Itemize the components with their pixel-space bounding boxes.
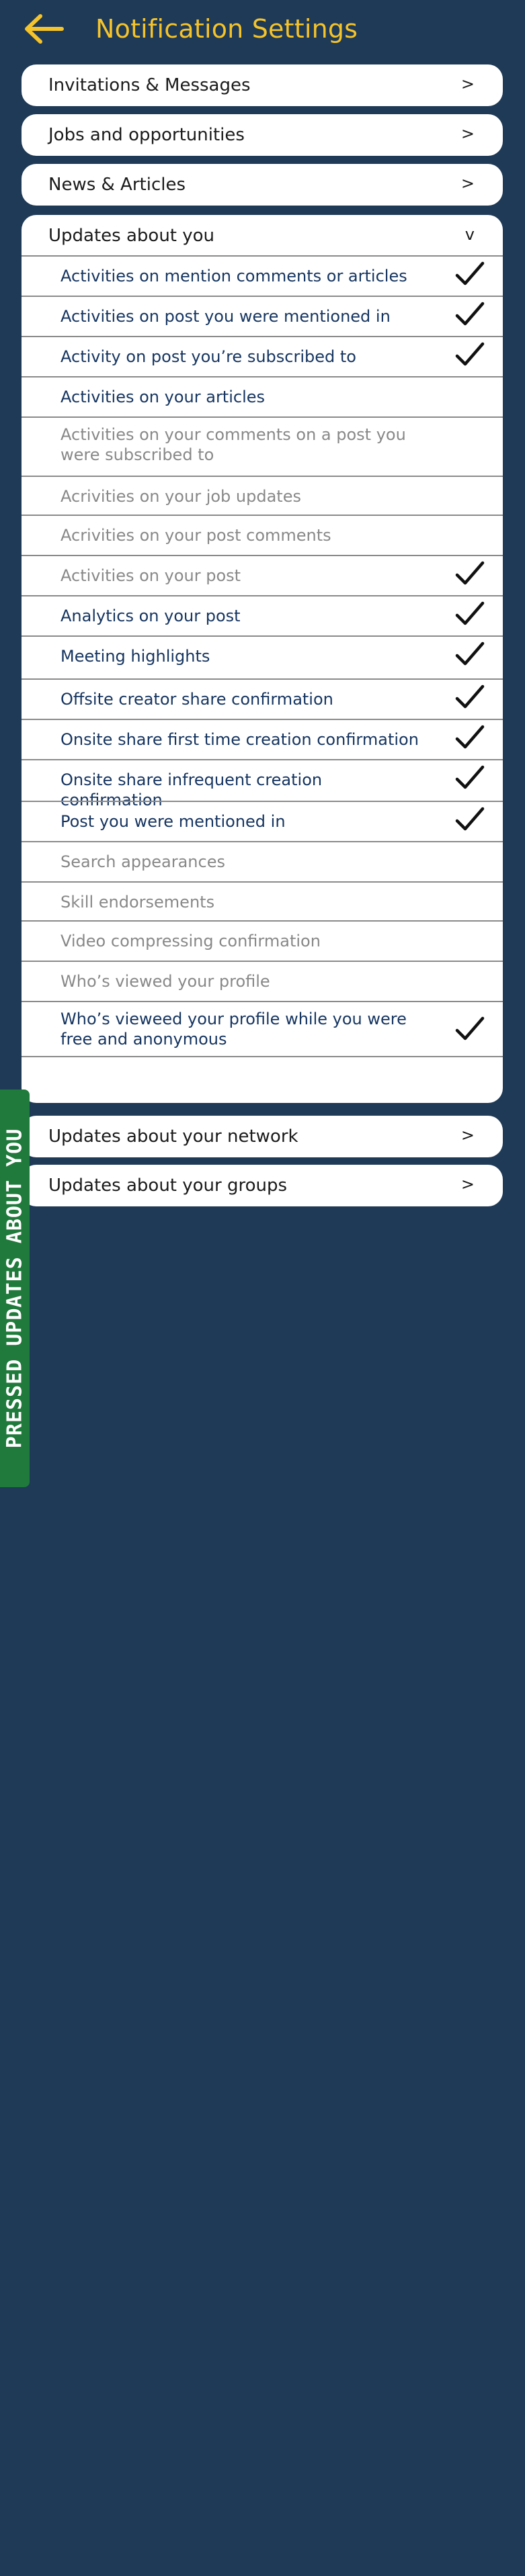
notification-item[interactable]: Acrivities on your job updates — [22, 476, 503, 515]
notification-item-label: Activities on your post — [60, 566, 241, 585]
section-updates-about-you: Updates about you v Activities on mentio… — [22, 215, 503, 1103]
section-label: Invitations & Messages — [48, 75, 251, 95]
notification-item-label: Analytics on your post — [60, 607, 241, 625]
notification-item[interactable]: Skill endorsements — [22, 881, 503, 920]
list-end-divider — [22, 1056, 503, 1057]
header-bar: Notification Settings — [0, 0, 525, 60]
notification-item[interactable]: Post you were mentioned in — [22, 801, 503, 841]
checkmark-icon[interactable] — [454, 601, 485, 627]
pressed-indicator-label: PRESSED UPDATES ABOUT YOU — [3, 1128, 27, 1449]
notification-item-label: Acrivities on your post comments — [60, 526, 331, 545]
chevron-right-icon: > — [460, 1175, 475, 1194]
notification-item[interactable]: Activity on post you’re subscribed to — [22, 336, 503, 376]
checkmark-icon[interactable] — [454, 1016, 485, 1042]
notification-item[interactable]: Activities on mention comments or articl… — [22, 255, 503, 296]
checkmark-icon[interactable] — [454, 806, 485, 833]
notification-item[interactable]: Onsite share infrequent creation confirm… — [22, 759, 503, 809]
notification-item[interactable]: Acrivities on your post comments — [22, 515, 503, 555]
notification-item-label: Activity on post you’re subscribed to — [60, 347, 356, 366]
notification-item-label: Skill endorsements — [60, 893, 215, 912]
notification-item-label: Activities on post you were mentioned in — [60, 307, 391, 326]
notification-item[interactable]: Search appearances — [22, 841, 503, 881]
notification-item-label: Who’s vieweed your profile while you wer… — [60, 1010, 407, 1049]
section-label: News & Articles — [48, 175, 186, 195]
checkmark-icon[interactable] — [454, 641, 485, 668]
notification-item[interactable]: Activities on post you were mentioned in — [22, 296, 503, 336]
arrow-left-icon[interactable] — [23, 13, 65, 44]
notification-item-label: Video compressing confirmation — [60, 932, 321, 950]
section-updates-network[interactable]: Updates about your network > — [22, 1116, 503, 1157]
notification-item[interactable]: Activities on your comments on a post yo… — [22, 416, 503, 476]
notification-item-label: Offsite creator share confirmation — [60, 690, 333, 709]
notification-item-label: Meeting highlights — [60, 647, 210, 666]
notification-item[interactable]: Activities on your post — [22, 555, 503, 595]
section-label: Updates about your groups — [48, 1175, 288, 1196]
checkmark-icon[interactable] — [454, 684, 485, 711]
chevron-right-icon: > — [460, 75, 475, 93]
chevron-right-icon: > — [460, 174, 475, 193]
section-jobs-opportunities[interactable]: Jobs and opportunities > — [22, 114, 503, 156]
chevron-right-icon: > — [460, 1126, 475, 1145]
page-title: Notification Settings — [95, 14, 358, 44]
checkmark-icon[interactable] — [454, 341, 485, 368]
checkmark-icon[interactable] — [454, 724, 485, 751]
notification-item[interactable]: Activities on your articles — [22, 376, 503, 416]
notification-item[interactable]: Analytics on your post — [22, 595, 503, 635]
section-header-updates-about-you[interactable]: Updates about you v — [22, 215, 503, 257]
checkmark-icon[interactable] — [454, 261, 485, 287]
notification-item-label: Who’s viewed your profile — [60, 972, 270, 991]
section-label: Updates about you — [48, 226, 215, 246]
section-news-articles[interactable]: News & Articles > — [22, 164, 503, 206]
section-label: Jobs and opportunities — [48, 125, 245, 145]
notification-item-label: Post you were mentioned in — [60, 812, 286, 831]
checkmark-icon[interactable] — [454, 764, 485, 791]
section-invitations-messages[interactable]: Invitations & Messages > — [22, 64, 503, 106]
notification-item[interactable]: Video compressing confirmation — [22, 920, 503, 961]
pressed-indicator-tab: PRESSED UPDATES ABOUT YOU — [0, 1090, 30, 1487]
notification-item[interactable]: Offsite creator share confirmation — [22, 678, 503, 719]
checkmark-icon[interactable] — [454, 560, 485, 587]
notification-item[interactable]: Who’s viewed your profile — [22, 961, 503, 1001]
notification-item[interactable]: Meeting highlights — [22, 635, 503, 678]
notification-item-label: Onsite share first time creation confirm… — [60, 730, 419, 749]
section-label: Updates about your network — [48, 1126, 298, 1147]
chevron-right-icon: > — [460, 124, 475, 143]
chevron-down-icon: v — [465, 225, 475, 244]
notification-item-label: Activities on your comments on a post yo… — [60, 425, 406, 464]
notification-item-label: Search appearances — [60, 852, 225, 871]
notification-item-label: Activities on mention comments or articl… — [60, 267, 407, 285]
notification-item[interactable]: Who’s vieweed your profile while you wer… — [22, 1001, 503, 1056]
notification-item-label: Activities on your articles — [60, 388, 266, 406]
checkmark-icon[interactable] — [454, 301, 485, 328]
notification-item[interactable]: Onsite share first time creation confirm… — [22, 719, 503, 759]
section-updates-groups[interactable]: Updates about your groups > — [22, 1165, 503, 1206]
notification-item-label: Acrivities on your job updates — [60, 487, 301, 506]
